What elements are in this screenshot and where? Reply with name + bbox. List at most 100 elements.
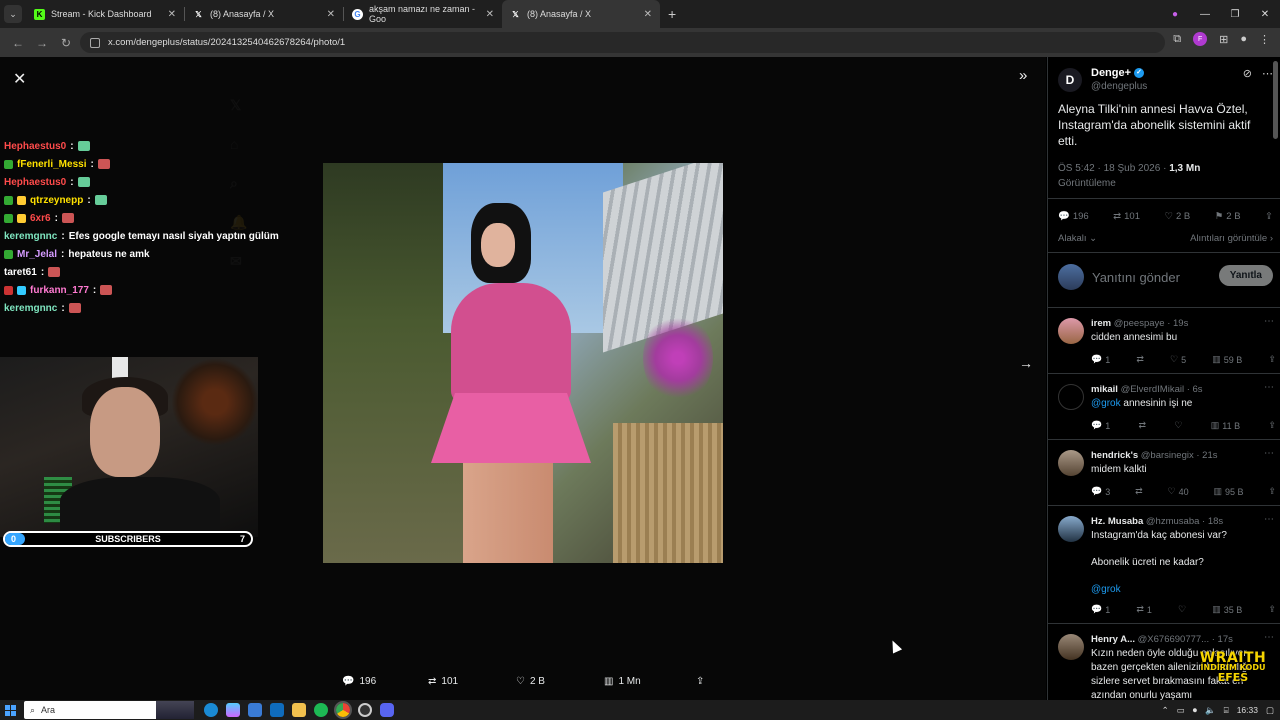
repost-action[interactable]: ⇄ bbox=[1139, 420, 1147, 431]
commenter-handle[interactable]: @peespaye · 19s bbox=[1114, 318, 1189, 329]
chrome-icon[interactable] bbox=[334, 701, 352, 719]
commenter-handle[interactable]: @ElverdIMikail · 6s bbox=[1121, 384, 1203, 395]
sort-related-dropdown[interactable]: Alakalı ⌄ bbox=[1058, 233, 1097, 244]
repost-stat[interactable]: ⇄ 101 bbox=[1113, 211, 1140, 222]
obs-icon[interactable] bbox=[358, 703, 372, 717]
restore-icon[interactable]: ❐ bbox=[1220, 9, 1250, 20]
like-action[interactable]: ♡ 5 bbox=[1170, 354, 1186, 365]
browser-tab-0[interactable]: K Stream - Kick Dashboard ✕ bbox=[26, 0, 184, 28]
commenter-avatar[interactable] bbox=[1058, 516, 1084, 542]
volume-icon[interactable]: 🔈 bbox=[1205, 705, 1216, 716]
post-photo[interactable] bbox=[323, 163, 723, 563]
cast-icon[interactable]: ⧉ bbox=[1173, 33, 1181, 46]
reload-icon[interactable]: ↻ bbox=[54, 36, 78, 50]
commenter-handle[interactable]: @X676690777... · 17s bbox=[1138, 634, 1233, 645]
views-action[interactable]: ▥ 35 B bbox=[1212, 604, 1242, 615]
share-action[interactable]: ⇪ bbox=[1268, 420, 1276, 431]
minimize-icon[interactable]: — bbox=[1190, 9, 1220, 20]
mention-link[interactable]: @grok bbox=[1091, 398, 1121, 409]
more-icon[interactable]: ⋯ bbox=[1264, 316, 1274, 327]
microphone-icon[interactable]: ⏺ bbox=[1193, 705, 1197, 716]
author-handle[interactable]: @dengeplus bbox=[1091, 81, 1147, 92]
reply-action[interactable]: 💬 1 bbox=[1091, 354, 1110, 365]
share-stat[interactable]: ⇪ bbox=[1265, 211, 1273, 222]
reply-action[interactable]: 💬 3 bbox=[1091, 486, 1110, 497]
reply-input[interactable]: Yanıtını gönder bbox=[1092, 270, 1180, 285]
commenter-name[interactable]: hendrick's bbox=[1091, 450, 1138, 461]
author-name[interactable]: Denge+ ✓ bbox=[1091, 67, 1145, 79]
commenter-name[interactable]: Hz. Musaba bbox=[1091, 516, 1143, 527]
notification-icon[interactable]: ▢ bbox=[1266, 705, 1274, 716]
tray-app-icon[interactable]: ▭ bbox=[1177, 705, 1185, 716]
dengeplus-avatar[interactable]: D bbox=[1058, 68, 1082, 92]
tab-close-icon[interactable]: ✕ bbox=[486, 9, 494, 20]
like-action[interactable]: ♡ 40 bbox=[1168, 486, 1189, 497]
extension-icon[interactable]: F bbox=[1193, 32, 1208, 46]
url-field[interactable]: x.com/dengeplus/status/20241325404626782… bbox=[80, 32, 1165, 53]
back-icon[interactable]: ← bbox=[6, 36, 30, 50]
discord-icon[interactable] bbox=[380, 703, 394, 717]
edge-icon[interactable] bbox=[204, 703, 218, 717]
tab-close-icon[interactable]: ✕ bbox=[327, 9, 335, 20]
reply-stat[interactable]: 💬 196 bbox=[1058, 211, 1089, 222]
taskbar-search[interactable]: ⌕ Ara bbox=[24, 701, 194, 719]
commenter-name[interactable]: irem bbox=[1091, 318, 1111, 329]
like-action[interactable]: ♡ bbox=[1174, 420, 1182, 431]
share-action[interactable]: ⇪ bbox=[1268, 354, 1276, 365]
chevron-up-icon[interactable]: ⌃ bbox=[1162, 705, 1169, 716]
views-action[interactable]: ▥ 1 Mn bbox=[604, 676, 696, 687]
like-action[interactable]: ♡ 2 B bbox=[516, 676, 604, 687]
more-icon[interactable]: ⋯ bbox=[1264, 448, 1274, 459]
extensions-puzzle-icon[interactable]: ⊞ bbox=[1219, 33, 1228, 46]
share-action[interactable]: ⇪ bbox=[696, 676, 704, 687]
collapse-panel-icon[interactable]: » bbox=[1019, 67, 1027, 84]
mention-link[interactable]: @grok bbox=[1091, 583, 1271, 597]
browser-tab-3[interactable]: 𝕏 (8) Anasayfa / X ✕ bbox=[502, 0, 660, 28]
menu-icon[interactable]: ⋮ bbox=[1259, 33, 1270, 46]
repost-action[interactable]: ⇄ bbox=[1135, 486, 1143, 497]
close-photo-icon[interactable]: ✕ bbox=[13, 69, 26, 89]
reply-item[interactable]: hendrick's @barsinegix · 21s ⋯ midem kal… bbox=[1058, 448, 1276, 508]
views-action[interactable]: ▥ 95 B bbox=[1214, 486, 1244, 497]
spotify-icon[interactable] bbox=[314, 703, 328, 717]
more-icon[interactable]: ⋯ bbox=[1264, 382, 1274, 393]
more-icon[interactable]: ⋯ bbox=[1262, 67, 1273, 80]
repost-action[interactable]: ⇄ 1 bbox=[1136, 604, 1152, 615]
post-time[interactable]: ÖS 5:42 · 18 Şub 2026 · bbox=[1058, 163, 1166, 174]
views-action[interactable]: ▥ 59 B bbox=[1212, 354, 1242, 365]
explorer-icon[interactable] bbox=[292, 703, 306, 717]
clock[interactable]: 16:33 bbox=[1237, 705, 1258, 715]
reply-item[interactable]: Hz. Musaba @hzmusaba · 18s ⋯ Instagram'd… bbox=[1058, 514, 1276, 626]
close-window-icon[interactable]: ✕ bbox=[1250, 9, 1280, 20]
site-info-icon[interactable] bbox=[90, 37, 100, 48]
tab-close-icon[interactable]: ✕ bbox=[168, 9, 176, 20]
commenter-handle[interactable]: @barsinegix · 21s bbox=[1141, 450, 1218, 461]
commenter-avatar[interactable] bbox=[1058, 450, 1084, 476]
share-action[interactable]: ⇪ bbox=[1268, 486, 1276, 497]
reply-item[interactable]: mikail @ElverdIMikail · 6s ⋯ @grok annes… bbox=[1058, 382, 1276, 442]
network-icon[interactable]: ⌸ bbox=[1224, 705, 1229, 716]
more-icon[interactable]: ⋯ bbox=[1264, 632, 1274, 643]
reply-action[interactable]: 💬 1 bbox=[1091, 420, 1110, 431]
next-photo-icon[interactable]: → bbox=[1019, 355, 1033, 371]
browser-tab-2[interactable]: G akşam namazı ne zaman - Goo ✕ bbox=[344, 0, 502, 28]
grok-icon[interactable]: ⊘ bbox=[1243, 67, 1252, 80]
like-action[interactable]: ♡ bbox=[1178, 604, 1186, 615]
view-quotes-link[interactable]: Alıntıları görüntüle › bbox=[1190, 233, 1273, 244]
user-avatar[interactable] bbox=[1058, 264, 1084, 290]
commenter-name[interactable]: mikail bbox=[1091, 384, 1118, 395]
windows-start-icon[interactable] bbox=[0, 700, 20, 720]
panel-scrollbar[interactable] bbox=[1273, 61, 1278, 139]
repost-action[interactable]: ⇄ 101 bbox=[428, 676, 516, 687]
copilot-icon[interactable] bbox=[226, 703, 240, 717]
outlook-icon[interactable] bbox=[270, 703, 284, 717]
reply-item[interactable]: irem @peespaye · 19s ⋯ cidden annesimi b… bbox=[1058, 316, 1276, 376]
tab-search-icon[interactable]: ⌄ bbox=[4, 5, 22, 23]
repost-action[interactable]: ⇄ bbox=[1136, 354, 1144, 365]
profile-badge-icon[interactable]: ● bbox=[1160, 9, 1190, 20]
reply-action[interactable]: 💬 1 bbox=[1091, 604, 1110, 615]
store-icon[interactable] bbox=[248, 703, 262, 717]
reply-button[interactable]: Yanıtla bbox=[1218, 265, 1273, 286]
bookmark-stat[interactable]: ⚑ 2 B bbox=[1215, 211, 1241, 222]
more-icon[interactable]: ⋯ bbox=[1264, 514, 1274, 525]
